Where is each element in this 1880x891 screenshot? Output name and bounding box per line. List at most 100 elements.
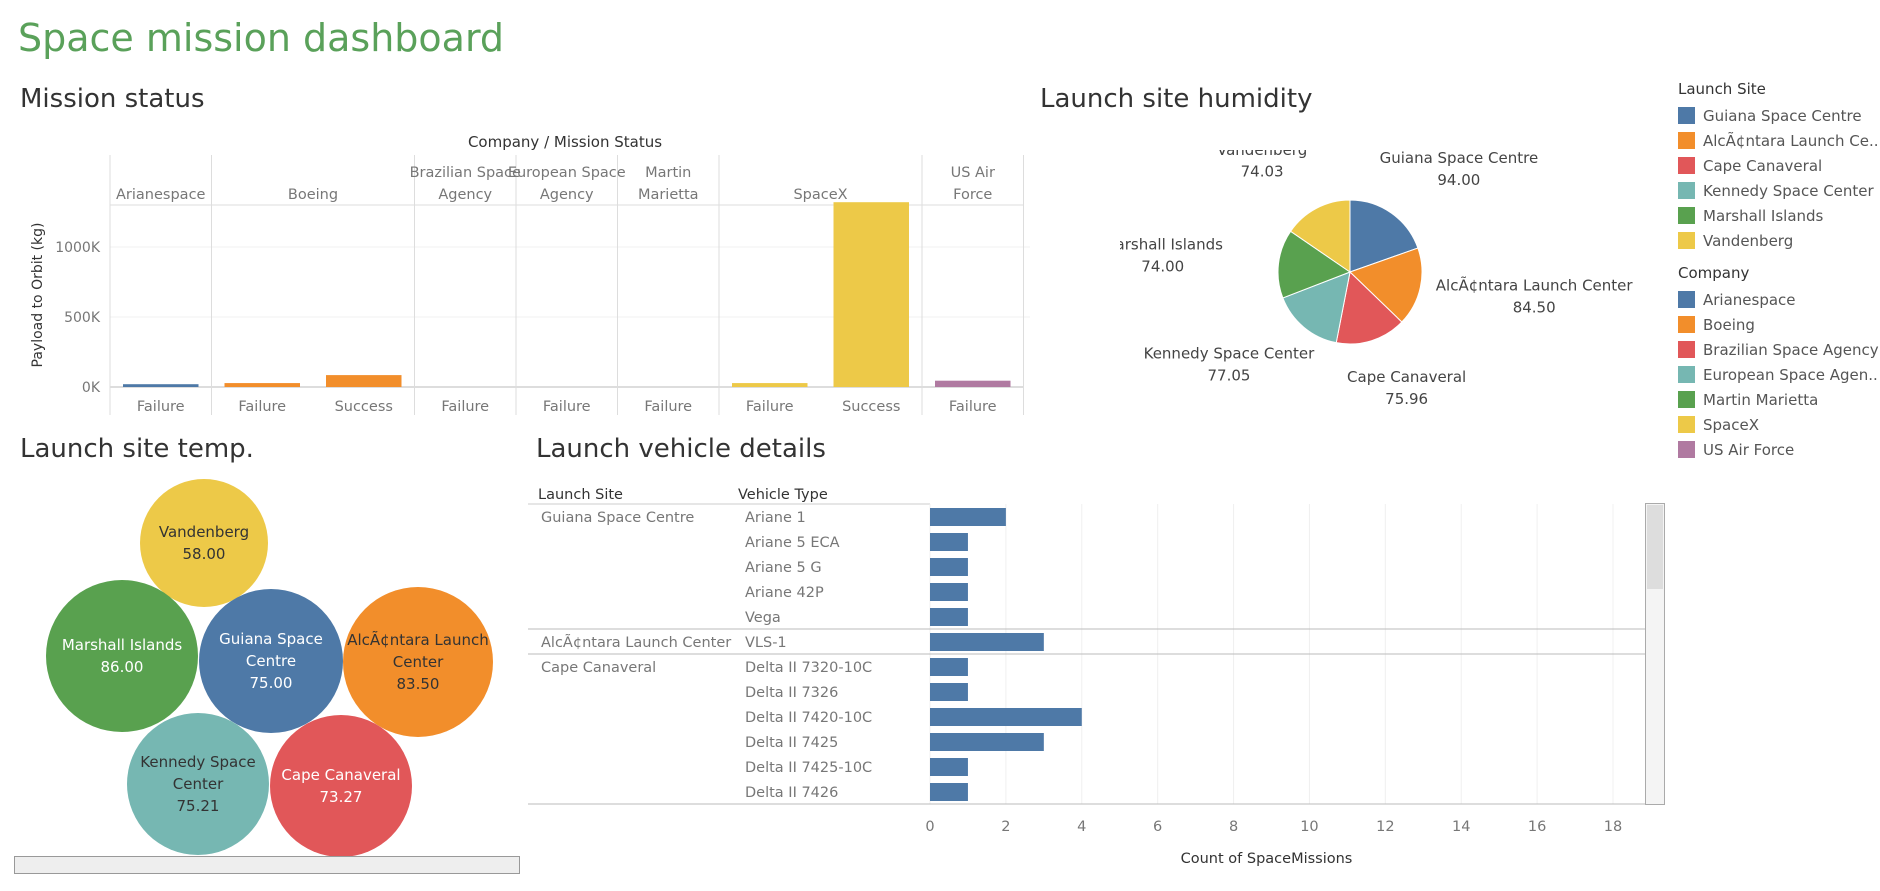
legend-label: Martin Marietta	[1703, 390, 1819, 409]
legend-launch-site-item[interactable]: AlcÃ¢ntara Launch Ce..	[1678, 128, 1879, 153]
site-label: Cape Canaveral	[541, 660, 656, 676]
legend-label: Guiana Space Centre	[1703, 106, 1862, 125]
legend-swatch	[1678, 291, 1695, 308]
legend-swatch	[1678, 441, 1695, 458]
legend-label: SpaceX	[1703, 415, 1759, 434]
legend-label: US Air Force	[1703, 440, 1795, 459]
company-header: Arianespace	[116, 187, 206, 203]
y-tick-label: 0K	[82, 380, 101, 396]
mission-status-chart: Company / Mission Status Payload to Orbit…	[30, 133, 1030, 415]
vertical-scrollbar[interactable]	[1645, 503, 1665, 805]
vehicle-label: Delta II 7326	[745, 685, 838, 701]
legend-swatch	[1678, 341, 1695, 358]
temp-bubble-chart: Vandenberg 58.00Marshall Islands 86.00Guia…	[46, 479, 493, 857]
vehicle-label: Ariane 1	[745, 510, 806, 526]
vehicle-label: Ariane 5 G	[745, 560, 822, 576]
status-label: Failure	[238, 399, 286, 415]
x-axis-label: Count of SpaceMissions	[1181, 851, 1353, 867]
legend-company-item[interactable]: Arianespace	[1678, 287, 1878, 312]
legend-label: Vandenberg	[1703, 231, 1794, 250]
temp-bubble	[46, 580, 198, 732]
vehicle-bar-chart: Launch Site Vehicle Type 0 2 4 6 8 10 12 14 16 18 Co…	[528, 487, 1647, 867]
legend-launch-site-item[interactable]: Kennedy Space Center	[1678, 178, 1878, 203]
x-tick-label: 8	[1229, 819, 1238, 835]
company-header: Brazilian Space Agency	[410, 165, 521, 203]
legend-swatch	[1678, 316, 1695, 333]
legend-launch-site-item[interactable]: Cape Canaveral	[1678, 153, 1878, 178]
temp-bubble	[140, 479, 268, 607]
pie-label: Marshall Islands74.00	[1120, 236, 1223, 276]
legend-company: Company Arianespace Boeing Brazilian Space…	[1678, 264, 1879, 462]
temp-bubble	[270, 715, 412, 857]
site-label: Guiana Space Centre	[541, 510, 694, 526]
legend-launch-site: Launch Site Guiana Space Centre AlcÃ¢ntar…	[1678, 80, 1879, 253]
count-bar	[930, 658, 968, 676]
legend-company-item[interactable]: Boeing	[1678, 312, 1878, 337]
legend-swatch	[1678, 132, 1695, 149]
payload-bar	[833, 202, 909, 387]
vehicle-label: Ariane 42P	[745, 585, 824, 601]
legend-swatch	[1678, 391, 1695, 408]
legend-launch-site-item[interactable]: Vandenberg	[1678, 228, 1878, 253]
legend-swatch	[1678, 416, 1695, 433]
company-header: SpaceX	[793, 187, 847, 203]
vehicle-label: Delta II 7320-10C	[745, 660, 872, 676]
temp-title: Launch site temp.	[20, 434, 254, 464]
payload-bar	[123, 384, 199, 387]
legend-company-item[interactable]: Brazilian Space Agency	[1678, 337, 1879, 362]
legend-company-item[interactable]: European Space Agen..	[1678, 362, 1878, 387]
legend-swatch	[1678, 366, 1695, 383]
vehicle-label: Delta II 7426	[745, 785, 838, 801]
vehicle-label: Delta II 7425-10C	[745, 760, 872, 776]
count-bar	[930, 583, 968, 601]
humidity-pie-chart: Guiana Space Centre 94.00 AlcÃ¢ntara Launc…	[1120, 150, 1634, 408]
legend-company-item[interactable]: SpaceX	[1678, 412, 1878, 437]
legend-launch-site-item[interactable]: Marshall Islands	[1678, 203, 1878, 228]
legend-launch-site-item[interactable]: Guiana Space Centre	[1678, 103, 1878, 128]
x-tick-label: 18	[1604, 819, 1622, 835]
y-tick-label: 1000K	[55, 240, 101, 256]
site-label: AlcÃ¢ntara Launch Center	[541, 634, 731, 651]
legend-label: European Space Agen..	[1703, 365, 1878, 384]
col-header-site: Launch Site	[538, 487, 623, 503]
humidity-title: Launch site humidity	[1040, 84, 1313, 114]
pie-label: Vandenberg74.03	[1217, 150, 1307, 181]
count-bar	[930, 683, 968, 701]
vehicle-label: VLS-1	[745, 635, 787, 651]
status-label: Failure	[746, 399, 794, 415]
payload-bar	[935, 380, 1011, 387]
company-header: European Space Agency	[508, 165, 626, 203]
legend-company-item[interactable]: Martin Marietta	[1678, 387, 1878, 412]
status-label: Failure	[441, 399, 489, 415]
x-tick-label: 10	[1300, 819, 1318, 835]
count-bar	[930, 708, 1082, 726]
count-bar	[930, 558, 968, 576]
legend-company-title: Company	[1678, 264, 1750, 282]
legend-company-item[interactable]: US Air Force	[1678, 437, 1878, 462]
count-bar	[930, 608, 968, 626]
x-tick-label: 2	[1001, 819, 1010, 835]
legend-launch-site-title: Launch Site	[1678, 80, 1766, 98]
horizontal-scrollbar[interactable]	[14, 856, 520, 874]
payload-bar	[326, 375, 402, 387]
mission-status-title: Mission status	[20, 84, 205, 114]
company-header: Boeing	[288, 187, 338, 203]
pie-label: Cape Canaveral 75.96	[1347, 368, 1466, 408]
pie-label: Guiana Space Centre 94.00	[1380, 150, 1539, 189]
count-bar	[930, 633, 1044, 651]
company-header: US Air Force	[951, 165, 995, 203]
pie-label: AlcÃ¢ntara Launch Center 84.50	[1436, 275, 1634, 316]
status-label: Failure	[137, 399, 185, 415]
status-label: Failure	[949, 399, 997, 415]
status-label: Success	[335, 399, 393, 415]
legend-label: Brazilian Space Agency	[1703, 340, 1879, 359]
dashboard-title: Space mission dashboard	[18, 16, 505, 60]
x-tick-label: 12	[1376, 819, 1394, 835]
x-tick-label: 16	[1528, 819, 1546, 835]
legend-swatch	[1678, 157, 1695, 174]
status-label: Failure	[543, 399, 591, 415]
count-bar	[930, 733, 1044, 751]
col-header-vehicle: Vehicle Type	[738, 487, 828, 503]
payload-bar	[224, 383, 300, 387]
scrollbar-thumb[interactable]	[1647, 505, 1663, 589]
